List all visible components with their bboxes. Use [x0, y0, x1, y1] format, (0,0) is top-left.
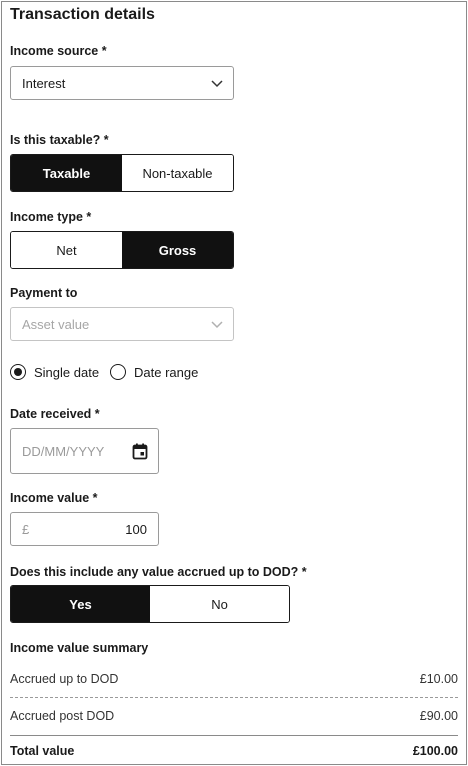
summary-label: Income value summary: [10, 641, 149, 655]
income-source-value: Interest: [22, 75, 66, 91]
total-label: Total value: [10, 744, 75, 758]
taxable-toggle: Taxable Non-taxable: [10, 154, 234, 192]
yes-option[interactable]: Yes: [11, 586, 150, 622]
gross-option[interactable]: Gross: [122, 232, 233, 268]
income-type-toggle: Net Gross: [10, 231, 234, 269]
currency-symbol: £: [22, 521, 30, 537]
date-range-label: Date range: [134, 364, 199, 380]
summary-row: Accrued post DOD £90.00: [10, 709, 458, 723]
taxable-label: Is this taxable? *: [10, 133, 109, 147]
summary-row: Accrued up to DOD £10.00: [10, 672, 458, 686]
taxable-option[interactable]: Taxable: [11, 155, 122, 191]
date-received-label: Date received *: [10, 407, 100, 421]
summary-row-value: £90.00: [419, 709, 458, 723]
single-date-label: Single date: [34, 364, 100, 380]
net-option[interactable]: Net: [11, 232, 122, 268]
summary-row-label: Accrued up to DOD: [10, 672, 119, 686]
date-received-input[interactable]: DD/MM/YYYY: [10, 428, 159, 474]
income-type-label: Income type *: [10, 210, 92, 224]
divider: [10, 697, 458, 698]
payment-to-placeholder: Asset value: [22, 316, 90, 332]
income-source-label: Income source *: [10, 44, 107, 58]
radio-selected-icon: [10, 364, 26, 380]
income-value-label: Income value *: [10, 491, 98, 505]
total-value: £100.00: [412, 744, 458, 758]
total-row: Total value £100.00: [10, 744, 458, 758]
accrued-toggle: Yes No: [10, 585, 290, 623]
accrued-label: Does this include any value accrued up t…: [10, 565, 307, 579]
income-source-select[interactable]: Interest: [10, 66, 234, 100]
chevron-down-icon: [211, 321, 223, 329]
income-value-input[interactable]: £ 100: [10, 512, 159, 546]
income-value-amount: 100: [125, 521, 147, 537]
divider: [10, 735, 458, 736]
summary-row-label: Accrued post DOD: [10, 709, 115, 723]
payment-to-label: Payment to: [10, 286, 78, 300]
date-range-radio[interactable]: Date range: [110, 364, 198, 380]
chevron-down-icon: [211, 80, 223, 88]
page-title: Transaction details: [10, 6, 155, 23]
radio-unselected-icon: [110, 364, 126, 380]
date-placeholder: DD/MM/YYYY: [22, 443, 105, 459]
non-taxable-option[interactable]: Non-taxable: [122, 155, 233, 191]
single-date-radio[interactable]: Single date: [10, 364, 99, 380]
payment-to-select[interactable]: Asset value: [10, 307, 234, 341]
summary-row-value: £10.00: [419, 672, 458, 686]
calendar-icon[interactable]: [132, 443, 148, 460]
no-option[interactable]: No: [150, 586, 289, 622]
